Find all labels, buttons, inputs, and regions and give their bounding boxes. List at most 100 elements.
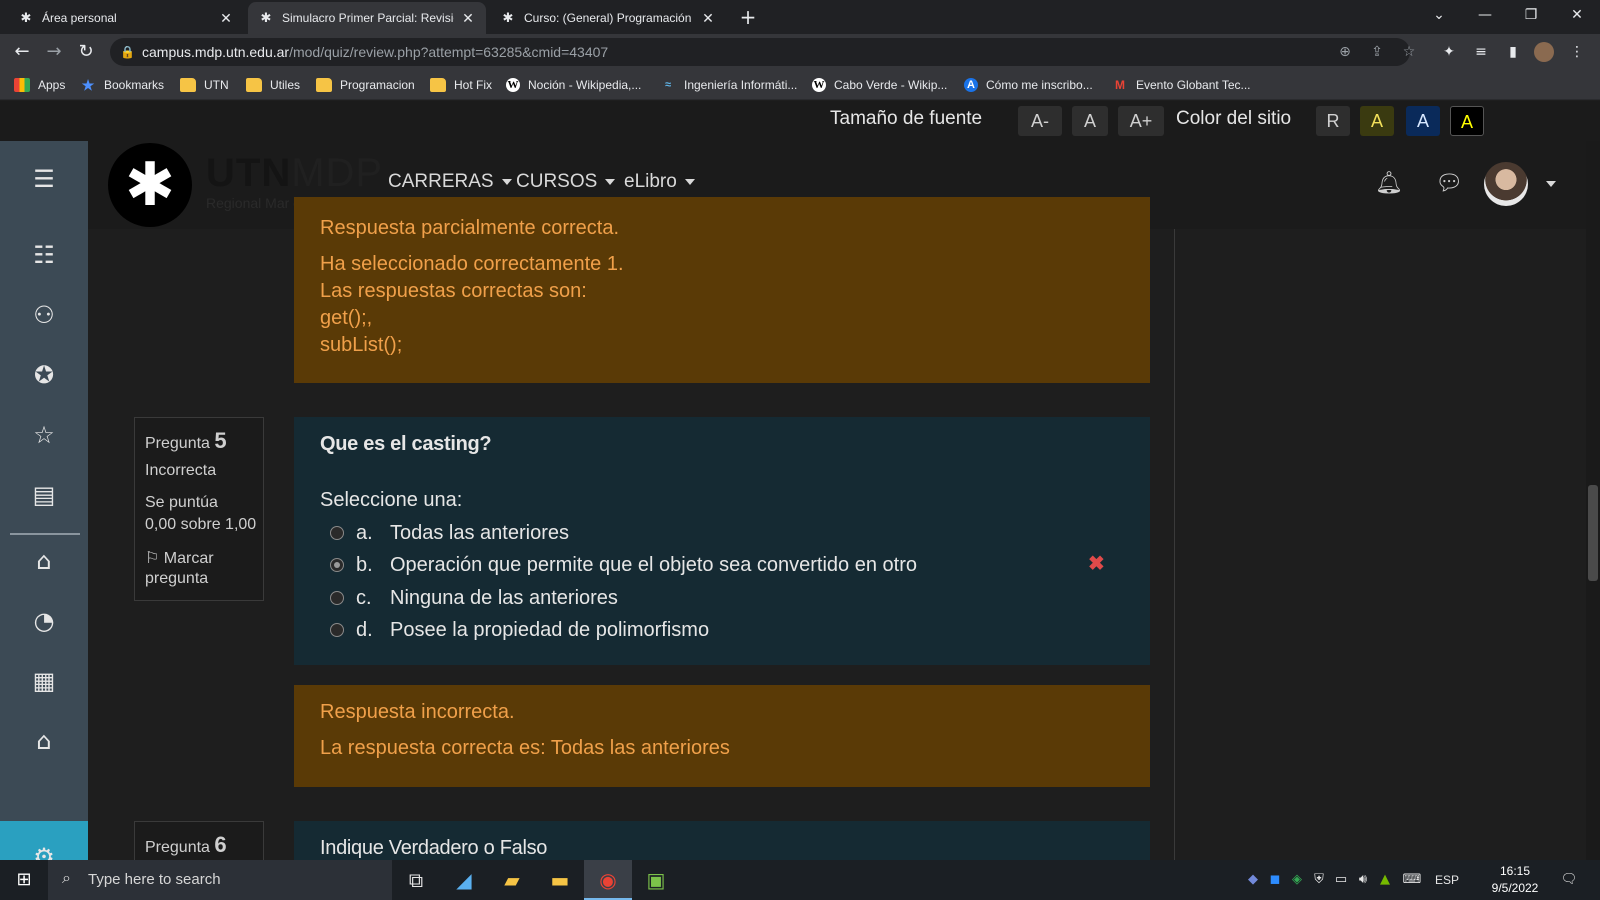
security-icon[interactable]: ◈ (1288, 870, 1306, 890)
keyboard-icon[interactable]: ⌨ (1400, 870, 1424, 890)
hamburger-menu-icon[interactable]: ☰ (28, 163, 60, 195)
network-icon[interactable]: ▭ (1332, 870, 1350, 890)
discord-icon[interactable]: ◆ (1244, 870, 1262, 890)
app-icon[interactable]: ◢ (440, 860, 488, 900)
site-icon: ≈ (664, 79, 672, 91)
close-window-button[interactable]: ✕ (1554, 0, 1600, 30)
color-contrast-button[interactable]: A (1450, 106, 1484, 136)
tab-search-icon[interactable]: ⌄ (1416, 0, 1462, 30)
bookmark-bookmarks[interactable]: ★ Bookmarks (80, 76, 164, 94)
answer-option-a[interactable]: a. Todas las anteriores (330, 520, 569, 546)
nav-elibro[interactable]: eLibro (624, 171, 695, 193)
site-viewport: Tamaño de fuente A- A A+ Color del sitio… (0, 101, 1600, 861)
forward-icon[interactable]: → (42, 40, 66, 64)
close-tab-icon[interactable]: ✕ (460, 10, 476, 27)
shield-icon[interactable]: ⛨ (1310, 870, 1328, 890)
task-view-icon[interactable]: ⧉ (392, 860, 440, 900)
bookmark-programacion[interactable]: Programacion (316, 76, 415, 94)
utn-logo-icon[interactable]: ✱ (108, 143, 192, 227)
folder-icon (246, 78, 262, 92)
chrome-taskbar-icon[interactable]: ◉ (584, 860, 632, 900)
reload-icon[interactable]: ↻ (74, 40, 98, 64)
sticky-notes-icon[interactable]: ▰ (488, 860, 536, 900)
search-placeholder: Type here to search (88, 871, 221, 888)
profile-avatar-icon[interactable] (1534, 42, 1554, 62)
dashboard-gauge-icon[interactable]: ◔ (28, 605, 60, 637)
answer-option-b[interactable]: b. Operación que permite que el objeto s… (330, 552, 917, 578)
windows-start-icon[interactable]: ⊞ (0, 860, 48, 900)
zoom-icon[interactable]: ⊕ (1334, 41, 1356, 63)
site-logo-text[interactable]: UTNMDP (206, 151, 383, 196)
bookmark-evento-globant[interactable]: M Evento Globant Tec... (1112, 76, 1251, 94)
lock-icon[interactable]: 🔒 (120, 43, 135, 61)
book-icon[interactable]: ▤ (28, 479, 60, 511)
system-clock[interactable]: 16:15 9/5/2022 (1488, 863, 1542, 897)
radio-button-selected[interactable] (330, 558, 344, 572)
font-increase-button[interactable]: A+ (1118, 106, 1164, 136)
bookmark-cabo-verde[interactable]: W Cabo Verde - Wikip... (812, 76, 947, 94)
volume-icon[interactable]: 🔊︎ (1354, 870, 1372, 890)
bookmark-apps[interactable]: Apps (14, 76, 65, 94)
page-scrollbar[interactable] (1586, 141, 1600, 861)
color-yellow-button[interactable]: A (1360, 106, 1394, 136)
badge-icon[interactable]: ✪ (28, 359, 60, 391)
bookmark-star-icon[interactable]: ☆ (1398, 41, 1420, 63)
font-reset-button[interactable]: A (1072, 106, 1108, 136)
radio-button[interactable] (330, 591, 344, 605)
notifications-icon[interactable]: 🗨︎ (1556, 870, 1582, 890)
back-icon[interactable]: ← (10, 40, 34, 64)
nav-carreras[interactable]: CARRERAS (388, 171, 512, 193)
restore-button[interactable]: ❐ (1508, 0, 1554, 30)
radio-button[interactable] (330, 526, 344, 540)
bookmark-utiles[interactable]: Utiles (246, 76, 300, 94)
browser-tab-curso[interactable]: ✱ Curso: (General) Programación y ✕ (490, 2, 726, 34)
user-avatar[interactable] (1484, 162, 1528, 206)
flag-question-button[interactable]: ⚐ Marcar (145, 548, 214, 568)
close-tab-icon[interactable]: ✕ (700, 10, 716, 27)
radio-button[interactable] (330, 623, 344, 637)
taskbar-search-box[interactable]: ⌕ Type here to search (48, 860, 392, 900)
nvidia-icon[interactable]: ▲ (1376, 870, 1394, 890)
browser-tab-simulacro[interactable]: ✱ Simulacro Primer Parcial: Revisión ✕ (248, 2, 486, 34)
new-tab-button[interactable]: + (736, 6, 760, 30)
bookmark-utn[interactable]: UTN (180, 76, 229, 94)
star-outline-icon[interactable]: ☆ (28, 419, 60, 451)
calendar-icon[interactable]: ▦ (28, 665, 60, 697)
nav-cursos[interactable]: CURSOS (516, 171, 616, 193)
side-panel-icon[interactable]: ▮ (1502, 41, 1524, 63)
flag-question-label[interactable]: pregunta (145, 570, 208, 588)
bookmark-nocion[interactable]: W Noción - Wikipedia,... (506, 76, 641, 94)
language-indicator[interactable]: ESP (1432, 870, 1462, 890)
bookmarks-bar: Apps ★ Bookmarks UTN Utiles Programacion … (0, 70, 1600, 100)
bookmark-hotfix[interactable]: Hot Fix (430, 76, 492, 94)
scroll-thumb[interactable] (1588, 485, 1598, 581)
browser-tab-area-personal[interactable]: ✱ Área personal ✕ (8, 2, 244, 34)
address-bar-row: ← → ↻ 🔒 campus.mdp.utn.edu.ar/mod/quiz/r… (0, 34, 1600, 70)
media-control-icon[interactable]: ≡ (1470, 41, 1492, 63)
home-icon[interactable]: ⌂ (28, 545, 60, 577)
bookmark-ingenieria[interactable]: ≈ Ingeniería Informáti... (660, 76, 797, 94)
color-reset-button[interactable]: R (1316, 106, 1350, 136)
minimize-button[interactable]: — (1462, 0, 1508, 30)
graduation-cap-icon[interactable]: ⌂ (28, 725, 60, 757)
chat-bubble-icon[interactable]: 💬︎ (1434, 169, 1464, 199)
list-icon[interactable]: ☷ (28, 239, 60, 271)
chrome-menu-icon[interactable]: ⋮ (1566, 41, 1588, 63)
font-decrease-button[interactable]: A- (1018, 106, 1062, 136)
user-menu-chevron-icon[interactable] (1546, 181, 1556, 187)
color-blue-button[interactable]: A (1406, 106, 1440, 136)
question-number: Pregunta 6 (145, 832, 227, 857)
app-icon[interactable]: ▣ (632, 860, 680, 900)
answer-option-d[interactable]: d. Posee la propiedad de polimorfismo (330, 617, 709, 643)
url-field[interactable]: 🔒 campus.mdp.utn.edu.ar/mod/quiz/review.… (110, 38, 1415, 66)
extensions-icon[interactable]: ✦ (1438, 41, 1460, 63)
bookmark-como-me-inscribo[interactable]: A Cómo me inscribo... (964, 76, 1093, 94)
sidebar-active-item[interactable]: ⚙ (0, 821, 88, 861)
answer-option-c[interactable]: c. Ninguna de las anteriores (330, 585, 618, 611)
share-icon[interactable]: ⇪ (1366, 41, 1388, 63)
zoom-app-icon[interactable]: ◼ (1266, 870, 1284, 890)
file-explorer-icon[interactable]: ▬ (536, 860, 584, 900)
close-tab-icon[interactable]: ✕ (218, 10, 234, 27)
bell-icon[interactable]: 🔔︎ (1374, 169, 1404, 199)
users-icon[interactable]: ⚇ (28, 299, 60, 331)
